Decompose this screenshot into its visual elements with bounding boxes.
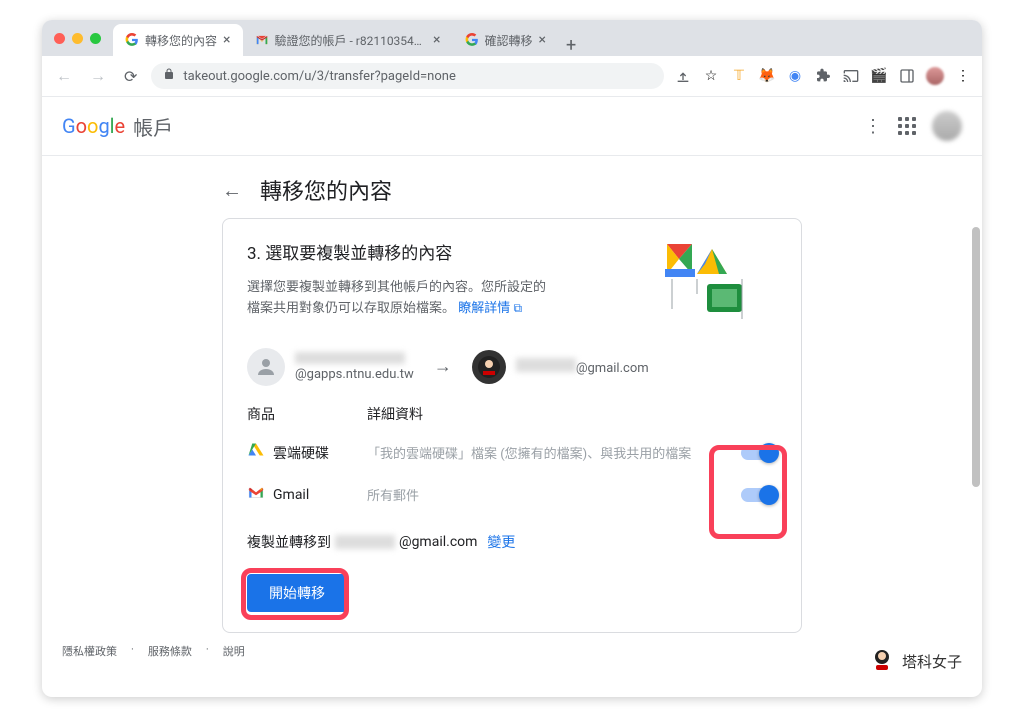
toolbar-icons: ☆ 𝕋 🦊 ◉ 🎬 ⋮ [674,67,972,85]
drive-icon [247,442,265,464]
address-bar[interactable]: takeout.google.com/u/3/transfer?pageId=n… [151,63,664,89]
arrow-right-icon: → [434,356,452,377]
lock-icon [163,68,175,84]
drive-toggle[interactable] [741,446,777,460]
dest-account: @gmail.com [472,350,649,384]
product-label: 帳戶 [133,112,173,141]
cast-icon[interactable] [842,67,860,85]
browser-window: 轉移您的內容 × 驗證您的帳戶 - r821103542@g × 確認轉移 × … [42,20,982,697]
product-detail: 所有郵件 [367,485,741,504]
tab-title: 轉移您的內容 [145,32,217,49]
avatar-icon [247,348,285,386]
footer-link[interactable]: 服務條款 [148,643,192,659]
footer-link[interactable]: 說明 [223,643,245,659]
tab-title: 確認轉移 [485,32,533,49]
account-avatar[interactable] [932,111,962,141]
change-link[interactable]: 變更 [487,532,515,552]
product-name: Gmail [247,484,367,506]
col-product-header: 商品 [247,404,367,424]
extensions-icon[interactable] [814,67,832,85]
tab-1[interactable]: 驗證您的帳戶 - r821103542@g × [243,24,453,56]
external-link-icon: ⧉ [514,301,523,315]
product-illustration [637,239,777,329]
start-transfer-button[interactable]: 開始轉移 [247,574,347,612]
accounts-row: @gapps.ntnu.edu.tw → @gmail.com [247,348,777,386]
extension-icon[interactable]: 𝕋 [730,67,748,85]
avatar-icon [472,350,506,384]
gmail-icon [247,484,265,506]
apps-icon[interactable] [898,117,916,135]
share-icon[interactable] [674,67,692,85]
extension-icon[interactable]: 🦊 [758,67,776,85]
header-brand: Google 帳戶 [62,112,173,141]
table-row: 雲端硬碟 「我的雲端硬碟」檔案 (您擁有的檔案)、與我共用的檔案 [247,432,777,474]
learn-more-link[interactable]: 瞭解詳情 [458,301,510,316]
page-header: Google 帳戶 ⋮ [42,97,982,156]
bookmark-icon[interactable]: ☆ [702,67,720,85]
watermark: 塔科女子 [868,647,962,675]
page-content: Google 帳戶 ⋮ ← 轉移您的內容 3. 選取要複製並轉移的內容 選擇您要… [42,97,982,697]
table-row: Gmail 所有郵件 [247,474,777,516]
side-panel-icon[interactable] [898,67,916,85]
toolbar: ← → ⟳ takeout.google.com/u/3/transfer?pa… [42,56,982,97]
close-tab-icon[interactable]: × [223,32,230,48]
menu-icon[interactable]: ⋮ [954,67,972,85]
footer-link[interactable]: 隱私權政策 [62,643,117,659]
product-name: 雲端硬碟 [247,442,367,464]
maximize-window[interactable] [90,33,101,44]
more-icon[interactable]: ⋮ [864,116,882,137]
tab-2[interactable]: 確認轉移 × [453,24,559,56]
page-title-row: ← 轉移您的內容 [42,156,982,218]
scrollbar-thumb[interactable] [972,227,980,487]
profile-icon[interactable] [926,67,944,85]
back-button[interactable]: ← [52,62,76,90]
google-favicon [465,33,479,47]
table-header: 商品 詳細資料 [247,404,777,432]
extension-icon[interactable]: ◉ [786,67,804,85]
google-favicon [125,33,139,47]
window-controls [42,33,113,44]
minimize-window[interactable] [72,33,83,44]
source-account: @gapps.ntnu.edu.tw [247,348,414,386]
gmail-toggle[interactable] [741,488,777,502]
products-table: 商品 詳細資料 雲端硬碟 「我的雲端硬碟」檔案 (您擁有的檔案)、與我共用的檔案 [247,404,777,516]
scrollbar[interactable] [972,167,980,667]
tab-0[interactable]: 轉移您的內容 × [113,24,243,56]
google-logo: Google [62,114,125,138]
back-arrow-icon[interactable]: ← [222,178,242,203]
close-tab-icon[interactable]: × [539,32,546,48]
header-actions: ⋮ [864,111,962,141]
product-detail: 「我的雲端硬碟」檔案 (您擁有的檔案)、與我共用的檔案 [367,443,741,462]
step-description: 選擇您要複製並轉移到其他帳戶的內容。您所設定的檔案共用對象仍可以存取原始檔案。 … [247,278,547,320]
page-title: 轉移您的內容 [260,174,392,206]
titlebar: 轉移您的內容 × 驗證您的帳戶 - r821103542@g × 確認轉移 × … [42,20,982,56]
close-window[interactable] [54,33,65,44]
footer: 隱私權政策 · 服務條款 · 說明 [42,633,982,669]
tab-title: 驗證您的帳戶 - r821103542@g [275,32,428,49]
url-text: takeout.google.com/u/3/transfer?pageId=n… [183,69,455,84]
watermark-icon [868,647,896,675]
close-tab-icon[interactable]: × [433,32,440,48]
reload-button[interactable]: ⟳ [120,63,141,90]
transfer-card: 3. 選取要複製並轉移的內容 選擇您要複製並轉移到其他帳戶的內容。您所設定的檔案… [222,218,802,633]
account-info: @gmail.com [516,358,649,376]
tab-strip: 轉移您的內容 × 驗證您的帳戶 - r821103542@g × 確認轉移 × … [113,20,982,56]
col-detail-header: 詳細資料 [367,404,777,424]
extension-icon[interactable]: 🎬 [870,67,888,85]
forward-button[interactable]: → [86,62,110,90]
new-tab-button[interactable]: + [558,35,584,56]
gmail-favicon [255,33,269,47]
account-info: @gapps.ntnu.edu.tw [295,352,414,382]
transfer-destination: 複製並轉移到 @gmail.com 變更 [247,532,777,552]
